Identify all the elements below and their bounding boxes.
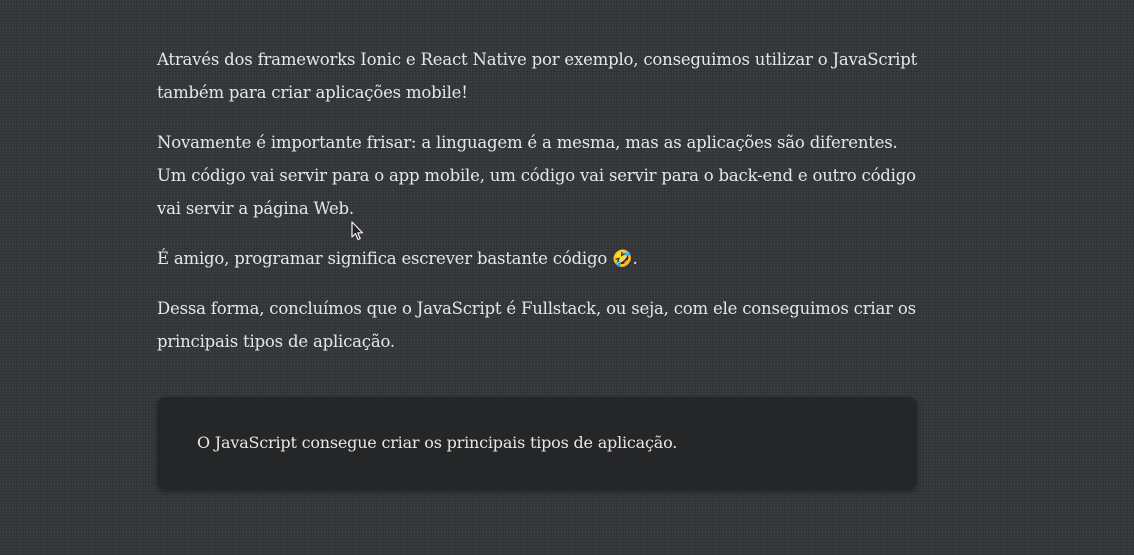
paragraph-write-code-period: . — [632, 249, 638, 268]
mouse-pointer-icon — [351, 221, 364, 241]
paragraph-fullstack: Dessa forma, concluímos que o JavaScript… — [157, 299, 916, 351]
laughing-emoji-icon: 🤣 — [612, 249, 633, 268]
summary-callout-text: O JavaScript consegue criar os principai… — [197, 433, 678, 452]
article-body: Através dos frameworks Ionic e React Nat… — [157, 43, 917, 375]
paragraph-mobile-frameworks: Através dos frameworks Ionic e React Nat… — [157, 50, 917, 102]
paragraph-write-code-text: É amigo, programar significa escrever ba… — [157, 249, 613, 268]
paragraph-write-code: É amigo, programar significa escrever ba… — [157, 242, 917, 275]
summary-callout: O JavaScript consegue criar os principai… — [157, 397, 917, 490]
paragraph-same-language: Novamente é importante frisar: a linguag… — [157, 133, 916, 218]
